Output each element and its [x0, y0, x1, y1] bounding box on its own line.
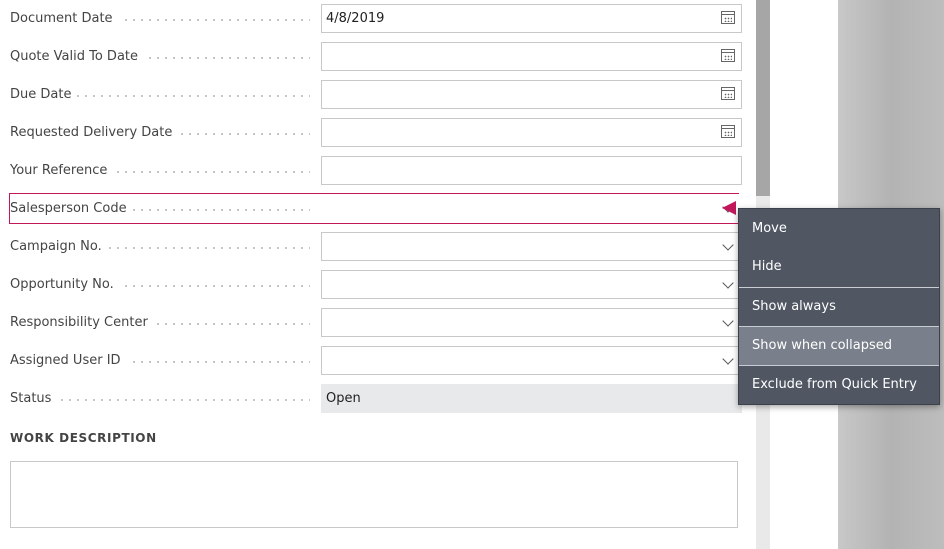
field-row-requested-delivery-date: Requested Delivery Date	[10, 118, 742, 147]
menu-item-exclude-from-quick-entry[interactable]: Exclude from Quick Entry	[739, 366, 939, 404]
field-label: Assigned User ID	[10, 346, 310, 375]
field-row-due-date: Due Date	[10, 80, 742, 109]
field-row-quote-valid-to-date: Quote Valid To Date	[10, 42, 742, 71]
field-label: Due Date	[10, 80, 310, 109]
menu-item-show-when-collapsed[interactable]: Show when collapsed	[739, 327, 939, 365]
menu-item-show-always[interactable]: Show always	[739, 288, 939, 326]
quote-valid-to-date-input[interactable]	[321, 42, 742, 71]
menu-item-hide[interactable]: Hide	[739, 248, 939, 286]
status-value: Open	[321, 384, 742, 413]
field-row-your-reference: Your Reference	[10, 156, 742, 185]
opportunity-no-input[interactable]	[321, 270, 742, 299]
responsibility-center-input[interactable]	[321, 308, 742, 337]
field-row-opportunity-no: Opportunity No.	[10, 270, 742, 299]
your-reference-input[interactable]	[321, 156, 742, 185]
field-label: Status	[10, 384, 310, 413]
calendar-icon[interactable]	[721, 49, 735, 62]
field-row-salesperson-code[interactable]: Salesperson Code	[9, 193, 742, 224]
field-row-campaign-no: Campaign No.	[10, 232, 742, 261]
field-label: Salesperson Code	[10, 194, 310, 223]
field-label: Responsibility Center	[10, 308, 310, 337]
field-label: Quote Valid To Date	[10, 42, 310, 71]
field-label: Requested Delivery Date	[10, 118, 310, 147]
field-label: Your Reference	[10, 156, 310, 185]
work-description-textarea[interactable]	[10, 461, 738, 528]
field-row-assigned-user-id: Assigned User ID	[10, 346, 742, 375]
personalize-caret-icon[interactable]	[722, 201, 736, 215]
field-row-document-date: Document Date 4/8/2019	[10, 4, 742, 33]
calendar-icon[interactable]	[721, 125, 735, 138]
assigned-user-id-input[interactable]	[321, 346, 742, 375]
campaign-no-input[interactable]	[321, 232, 742, 261]
field-label: Document Date	[10, 4, 310, 33]
field-label: Campaign No.	[10, 232, 310, 261]
document-date-input[interactable]: 4/8/2019	[321, 4, 742, 33]
chevron-down-icon[interactable]	[722, 277, 734, 289]
work-description-heading: WORK DESCRIPTION	[10, 431, 157, 445]
chevron-down-icon[interactable]	[722, 353, 734, 365]
field-row-responsibility-center: Responsibility Center	[10, 308, 742, 337]
scrollbar-thumb[interactable]	[756, 0, 770, 196]
field-row-status: Status Open	[10, 384, 742, 413]
general-fasttab: Document Date 4/8/2019 Quote Valid To Da…	[0, 0, 756, 549]
menu-item-move[interactable]: Move	[739, 210, 939, 248]
due-date-input[interactable]	[321, 80, 742, 109]
requested-delivery-date-input[interactable]	[321, 118, 742, 147]
personalize-context-menu: Move Hide Show always Show when collapse…	[738, 208, 940, 405]
chevron-down-icon[interactable]	[722, 239, 734, 251]
calendar-icon[interactable]	[721, 87, 735, 100]
calendar-icon[interactable]	[721, 11, 735, 24]
salesperson-code-input[interactable]	[321, 194, 742, 223]
field-label: Opportunity No.	[10, 270, 310, 299]
chevron-down-icon[interactable]	[722, 315, 734, 327]
